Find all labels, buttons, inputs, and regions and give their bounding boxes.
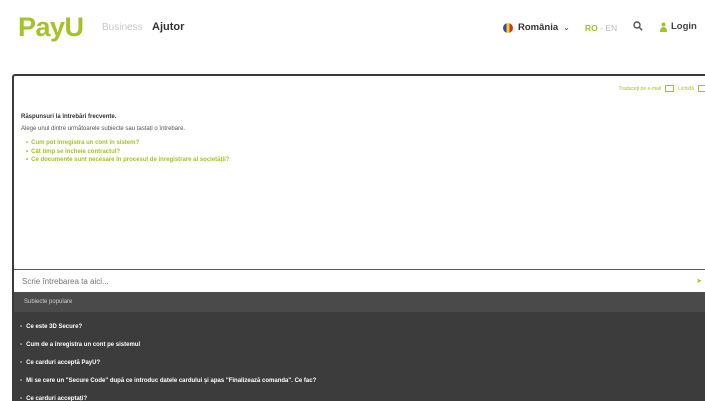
search-icon[interactable] [633, 21, 643, 31]
popular-topics-header: Subiecte populare [14, 292, 705, 312]
close-link[interactable]: Lichidă [678, 86, 694, 92]
close-icon[interactable] [698, 85, 705, 92]
panel-tools: Traduceți pe e-mail Lichidă [619, 85, 705, 92]
send-icon[interactable]: ➤ [696, 277, 702, 285]
topic-item[interactable]: • Mi se cere un "Secure Code" după ce int… [20, 372, 705, 390]
user-icon [660, 22, 667, 32]
faq-list: • Cum pot înregistra un cont în sistem? •… [21, 139, 701, 165]
page: PayU Business Ajutor România ⌄ RO - EN L… [0, 0, 705, 401]
faq-title: Răspunsuri la întrebări frecvente. [21, 114, 117, 120]
faq-item[interactable]: • Cum pot înregistra un cont în sistem? [26, 139, 701, 148]
topic-item[interactable]: • Ce carduri acceptați? [20, 390, 705, 401]
romania-flag-icon [503, 22, 513, 33]
bullet-icon: • [20, 378, 23, 384]
question-input-row: ➤ [14, 269, 705, 293]
bullet-icon: • [26, 140, 29, 146]
bullet-icon: • [20, 342, 23, 348]
payu-logo[interactable]: PayU [18, 9, 84, 45]
bullet-icon: • [20, 360, 23, 366]
country-label: România [518, 22, 559, 33]
bullet-icon: • [26, 148, 29, 155]
topic-item[interactable]: • Ce carduri acceptă PayU? [20, 354, 705, 372]
bullet-icon: • [20, 324, 23, 330]
lang-ro[interactable]: RO [585, 23, 598, 33]
bullet-icon: • [26, 157, 29, 163]
login-label: Login [671, 21, 697, 32]
chevron-down-icon: ⌄ [563, 23, 570, 32]
question-input[interactable] [20, 275, 664, 287]
login-link[interactable]: Login [660, 21, 697, 32]
popular-topics-list: • Ce este 3D Secure? • Cum de a înregistra… [14, 312, 705, 401]
faq-item[interactable]: • Cât timp se încheie contractul? [26, 148, 701, 157]
faq-section: Răspunsuri la întrebări frecvente. Alege… [21, 114, 701, 165]
language-switch: RO - EN [585, 23, 617, 33]
nav-ajutor-link[interactable]: Ajutor [152, 21, 184, 33]
faq-subtitle: Alege unul dintre următoarele subiecte s… [21, 126, 186, 132]
nav-business-link[interactable]: Business [102, 22, 143, 33]
header: PayU Business Ajutor România ⌄ RO - EN L… [0, 0, 705, 58]
topic-item[interactable]: • Cum de a înregistra un cont pe sistemul [20, 336, 705, 354]
translate-link[interactable]: Traduceți pe e-mail [619, 86, 662, 92]
popular-topics: Subiecte populare • Ce este 3D Secure? • C… [14, 292, 705, 401]
topic-item[interactable]: • Ce este 3D Secure? [20, 318, 705, 336]
lang-en[interactable]: EN [605, 23, 617, 33]
email-icon[interactable] [665, 85, 675, 92]
faq-item[interactable]: • Ce documente sunt necesare în procesul … [26, 156, 701, 165]
country-selector[interactable]: România ⌄ [503, 22, 570, 33]
chat-panel: Traduceți pe e-mail Lichidă Răspunsuri l… [12, 74, 705, 401]
bullet-icon: • [20, 396, 23, 401]
